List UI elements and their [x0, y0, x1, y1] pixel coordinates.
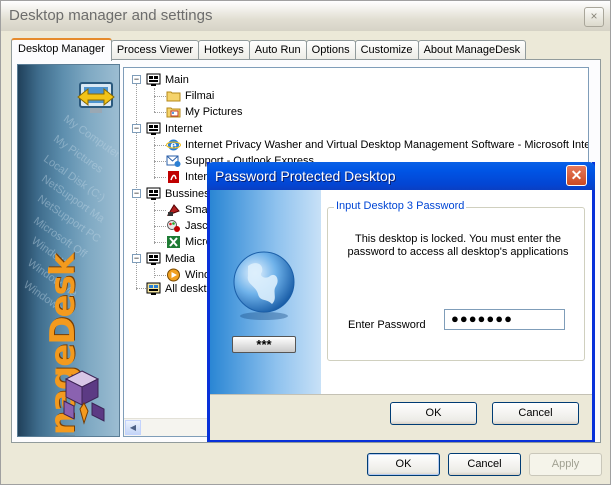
expander-bussines[interactable]: −	[132, 189, 141, 198]
scroll-left-icon[interactable]: ◀	[125, 420, 141, 435]
desktop-icon	[146, 122, 161, 136]
paint-icon	[167, 220, 180, 233]
tree-node-label: Jasc	[185, 220, 208, 232]
tree-node-label: Internet	[165, 123, 203, 135]
tree-node-label: Internet Privacy Washer and Virtual Desk…	[185, 139, 589, 151]
tab-about[interactable]: About ManageDesk	[417, 40, 527, 60]
tree-node-all-desktops[interactable]: All deskto	[146, 281, 213, 297]
tree-node-label: My Pictures	[185, 106, 243, 118]
desktop-icon	[146, 73, 161, 87]
tree-node-internet[interactable]: Internet	[146, 121, 202, 137]
apply-button[interactable]: Apply	[529, 453, 602, 476]
tree-node-label: All deskto	[165, 283, 213, 295]
tree-node-my-pictures[interactable]: My Pictures	[166, 104, 242, 120]
dialog-side-panel: ***	[210, 190, 321, 394]
tab-strip: Desktop Manager Process Viewer Hotkeys A…	[11, 38, 527, 61]
tree-node-jasc[interactable]: Jasc	[166, 218, 208, 234]
tab-options[interactable]: Options	[305, 40, 356, 60]
tab-auto-run[interactable]: Auto Run	[248, 40, 307, 60]
tree-line	[154, 177, 166, 178]
dialog-cancel-button[interactable]: Cancel	[492, 402, 579, 425]
group-legend: Input Desktop 3 Password	[334, 200, 467, 212]
tree-node-privacy-washer[interactable]: e Internet Privacy Washer and Virtual Des…	[166, 137, 589, 153]
tree-line	[154, 226, 166, 227]
tab-customize[interactable]: Customize	[354, 40, 419, 60]
password-field[interactable]: ●●●●●●●	[444, 309, 565, 330]
tree-node-bussines[interactable]: Bussines	[146, 186, 210, 202]
tree-line	[154, 242, 166, 243]
tree-node-label: Filmai	[185, 90, 215, 102]
ie-icon: e	[166, 139, 181, 152]
expander-main[interactable]: −	[132, 75, 141, 84]
tree-line	[154, 96, 166, 97]
password-badge: ***	[232, 336, 296, 353]
tree-node-label: Media	[165, 253, 195, 265]
tree-node-smar[interactable]: Smar	[166, 202, 211, 218]
tree-line	[154, 268, 155, 278]
tree-line	[154, 161, 166, 162]
ok-button[interactable]: OK	[367, 453, 440, 476]
media-player-icon	[167, 268, 180, 282]
monitor-arrows-icon	[77, 82, 115, 113]
tree-node-label: Main	[165, 74, 189, 86]
cubes-logo-icon	[63, 370, 105, 425]
tree-line	[154, 145, 166, 146]
lock-message: This desktop is locked. You must enter t…	[347, 233, 569, 258]
password-label: Enter Password	[348, 319, 426, 331]
tab-hotkeys[interactable]: Hotkeys	[198, 40, 250, 60]
managedesk-banner: My Computer My Pictures Local Disk (C:) …	[17, 64, 120, 437]
acrobat-icon	[168, 171, 179, 184]
dialog-body: Input Desktop 3 Password This desktop is…	[321, 190, 592, 394]
tree-line	[154, 88, 155, 112]
tree-node-micro[interactable]: Micro	[166, 234, 212, 250]
tree-node-label: Bussines	[165, 188, 210, 200]
dialog-ok-button[interactable]: OK	[390, 402, 477, 425]
window-title: Desktop manager and settings	[1, 1, 610, 31]
folder-icon	[166, 91, 181, 102]
tree-node-main[interactable]: Main	[146, 72, 189, 88]
excel-icon	[167, 236, 180, 249]
tab-desktop-manager[interactable]: Desktop Manager	[11, 38, 112, 61]
tree-line	[154, 137, 155, 179]
dialog-footer: OK Cancel	[210, 394, 592, 440]
dialog-close-button[interactable]: ✕	[566, 165, 587, 186]
tree-line	[154, 210, 166, 211]
tree-node-media[interactable]: Media	[146, 251, 195, 267]
pictures-icon	[166, 107, 181, 118]
desktop-icon	[146, 282, 161, 296]
desktop-icon	[146, 187, 161, 201]
app-icon	[166, 204, 180, 217]
tab-process-viewer[interactable]: Process Viewer	[110, 40, 200, 60]
tree-node-filmai[interactable]: Filmai	[166, 88, 214, 104]
expander-media[interactable]: −	[132, 254, 141, 263]
tree-line	[154, 275, 166, 276]
cancel-button[interactable]: Cancel	[448, 453, 521, 476]
password-group: Input Desktop 3 Password This desktop is…	[327, 200, 585, 361]
tree-line	[154, 202, 155, 244]
globe-lock-icon	[233, 251, 295, 320]
outlook-icon	[166, 155, 181, 168]
window-close-button[interactable]: ×	[584, 7, 604, 27]
desktop-icon	[146, 252, 161, 266]
password-dialog: Password Protected Desktop ✕ *** Input D…	[207, 162, 595, 442]
dialog-title: Password Protected Desktop	[207, 162, 595, 190]
expander-internet[interactable]: −	[132, 124, 141, 133]
tree-line	[154, 112, 166, 113]
